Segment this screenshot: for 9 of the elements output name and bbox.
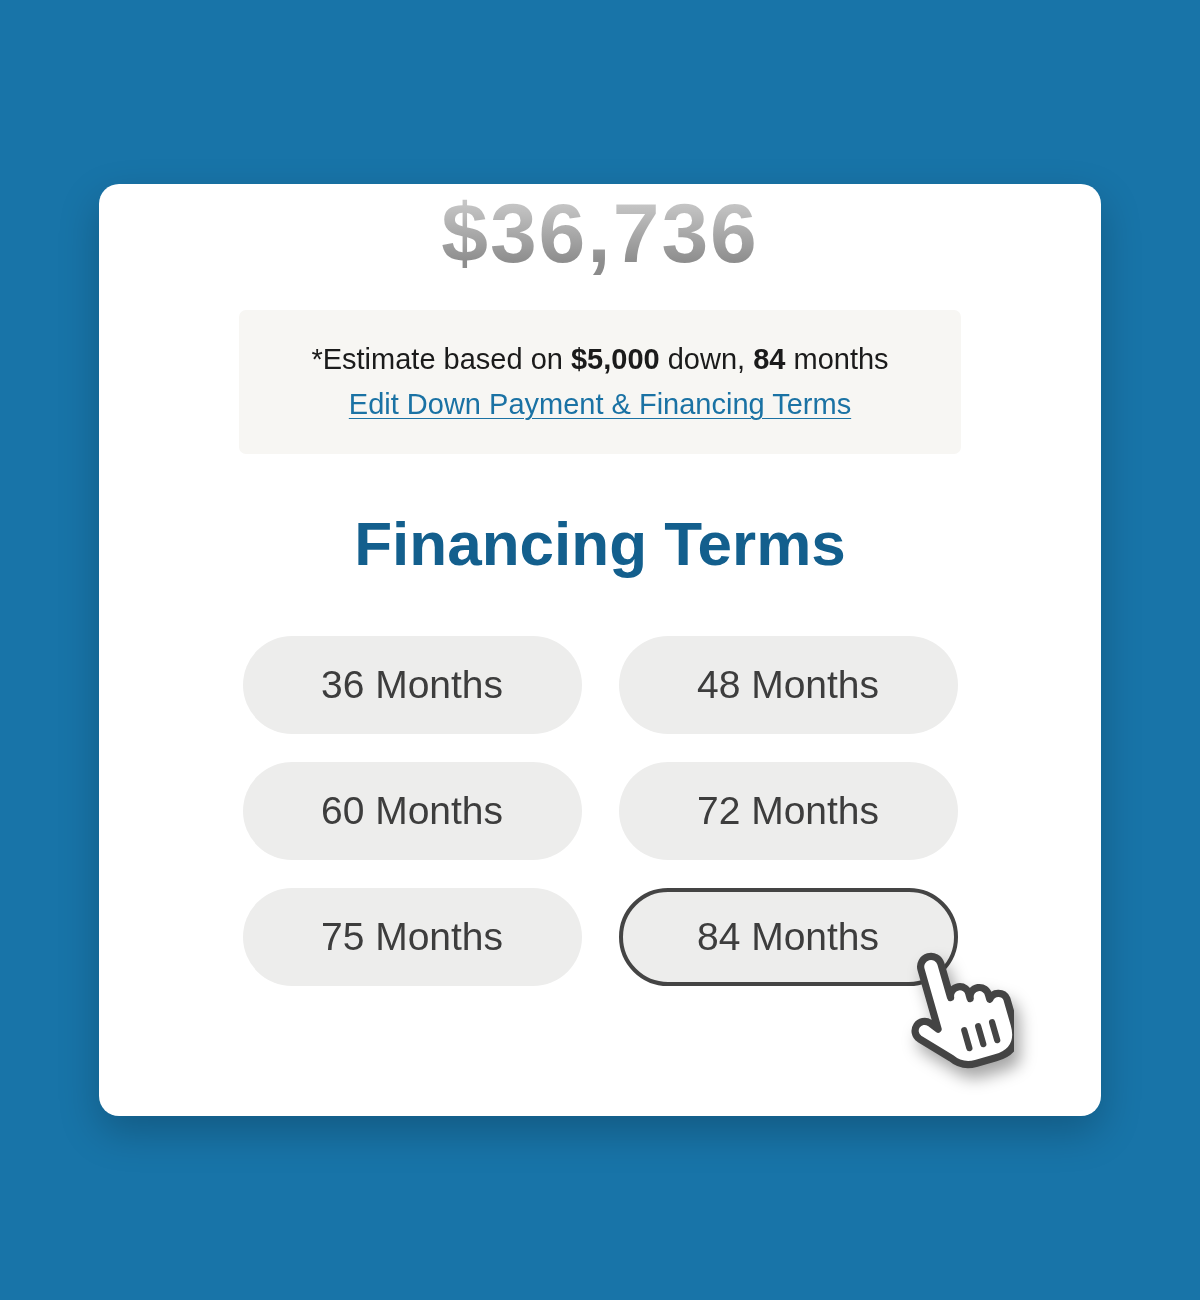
estimate-note: *Estimate based on $5,000 down, 84 months xyxy=(311,343,889,377)
term-button[interactable]: 36 Months xyxy=(242,636,582,735)
term-button[interactable]: 60 Months xyxy=(242,762,582,861)
term-button[interactable]: 72 Months xyxy=(618,762,958,861)
term-button[interactable]: 75 Months xyxy=(242,888,582,987)
term-button[interactable]: 84 Months xyxy=(618,888,958,987)
section-heading: Financing Terms xyxy=(354,510,846,579)
edit-terms-link[interactable]: Edit Down Payment & Financing Terms xyxy=(348,388,852,422)
term-button[interactable]: 48 Months xyxy=(618,636,958,735)
